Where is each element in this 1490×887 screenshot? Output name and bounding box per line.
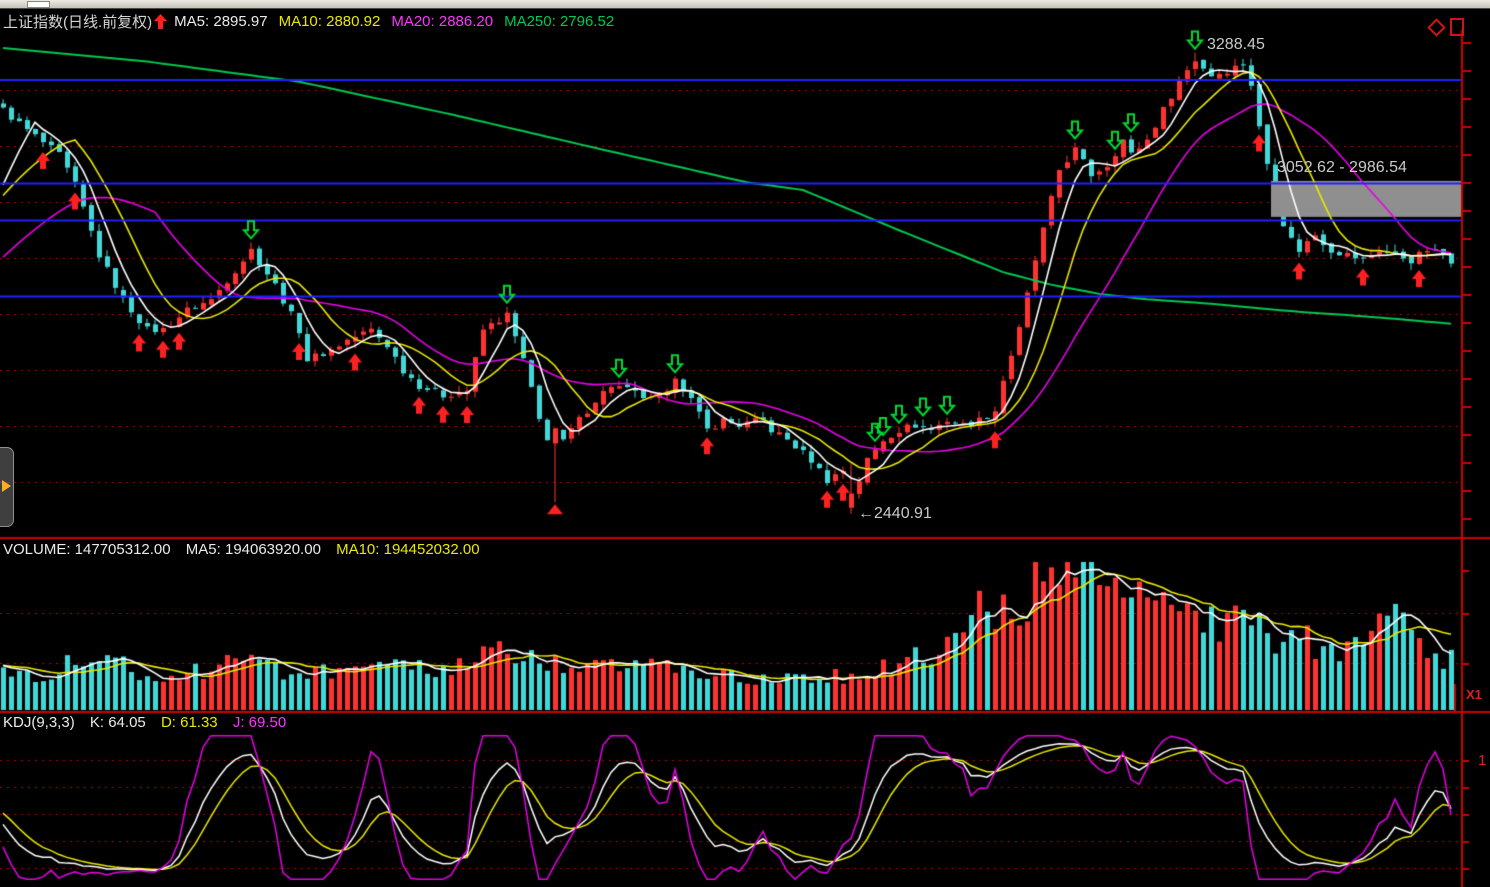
ma10-value: MA10: 2880.92: [279, 13, 381, 30]
expand-right-arrow-icon: [2, 480, 11, 492]
gap-range-label: 3052.62 - 2986.54: [1277, 159, 1407, 177]
ma5-value: MA5: 2895.97: [174, 13, 267, 30]
volume-axis-label: X1: [1466, 687, 1482, 702]
menubar-chip: [27, 1, 50, 8]
low-price-label: ←2440.91: [858, 505, 932, 523]
window-restore-icon[interactable]: [1450, 18, 1464, 36]
kdj-d-value: D: 61.33: [161, 714, 218, 731]
kdj-pane-header: KDJ(9,3,3) K: 64.05 D: 61.33 J: 69.50: [3, 714, 297, 731]
sidebar-expander-tab[interactable]: [0, 447, 14, 527]
symbol-title: 上证指数(日线.前复权): [3, 11, 152, 32]
buy-signal-up-arrow-icon: [154, 14, 167, 29]
ma20-value: MA20: 2886.20: [391, 13, 493, 30]
menubar[interactable]: [0, 0, 1490, 9]
price-pane-header: 上证指数(日线.前复权) MA5: 2895.97 MA10: 2880.92 …: [3, 11, 625, 32]
volume-ma10-value: MA10: 194452032.00: [336, 541, 479, 558]
ma250-value: MA250: 2796.52: [504, 13, 614, 30]
kdj-j-value: J: 69.50: [233, 714, 286, 731]
kdj-axis-label: 1: [1478, 752, 1486, 769]
chart-canvas[interactable]: [0, 0, 1490, 887]
volume-ma5-value: MA5: 194063920.00: [186, 541, 321, 558]
volume-pane-header: VOLUME: 147705312.00 MA5: 194063920.00 M…: [3, 541, 491, 558]
kdj-params: KDJ(9,3,3): [3, 714, 75, 731]
peak-price-label: 3288.45: [1207, 36, 1265, 54]
kdj-k-value: K: 64.05: [90, 714, 146, 731]
volume-value: VOLUME: 147705312.00: [3, 541, 171, 558]
